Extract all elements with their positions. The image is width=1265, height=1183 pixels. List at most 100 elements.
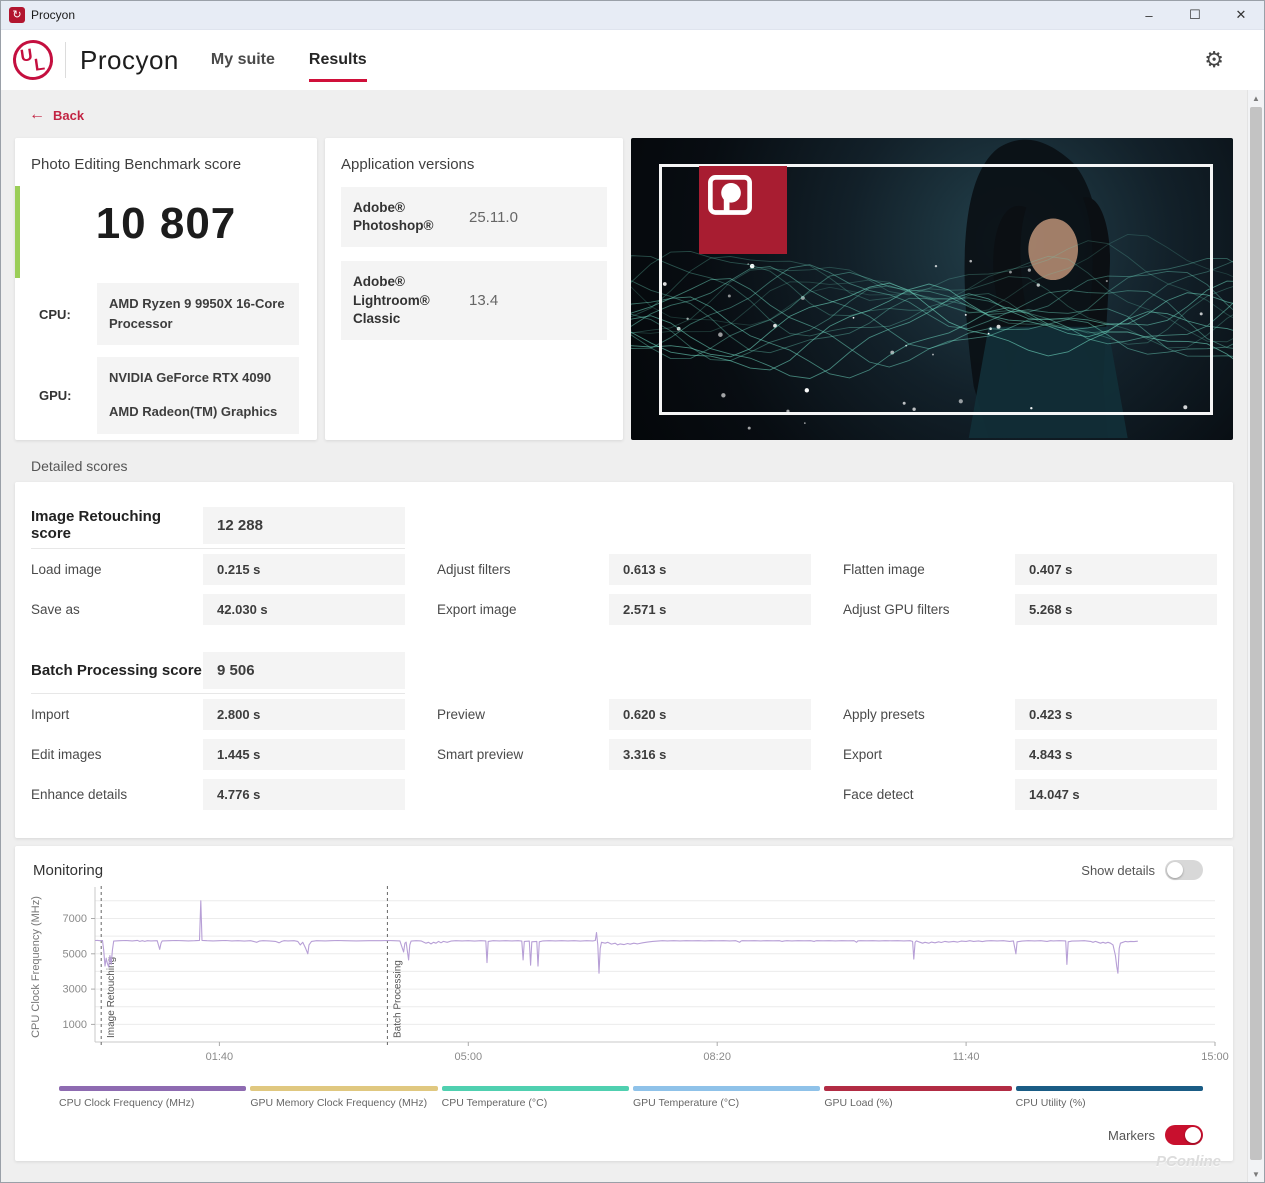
score-card-title: Photo Editing Benchmark score (31, 156, 242, 173)
app-name: Adobe® Photoshop® (353, 200, 434, 234)
back-button[interactable]: ← Back (29, 98, 1233, 132)
app-icon: ↻ (9, 7, 25, 23)
divider (65, 42, 66, 78)
metric-row: Apply presets 0.423 s (843, 694, 1217, 734)
metric-row: Smart preview 3.316 s (437, 734, 811, 774)
svg-text:Image Retouching: Image Retouching (106, 957, 117, 1038)
metric-value: 4.843 s (1015, 738, 1217, 770)
versions-card-title: Application versions (341, 156, 475, 173)
legend-item[interactable]: CPU Clock Frequency (MHz) (59, 1086, 247, 1109)
metric-row: Adjust GPU filters 5.268 s (843, 589, 1217, 629)
show-details-toggle[interactable] (1165, 860, 1203, 880)
metric-value: 42.030 s (203, 593, 405, 625)
legend-item[interactable]: GPU Load (%) (824, 1086, 1012, 1109)
svg-text:CPU Clock Frequency (MHz): CPU Clock Frequency (MHz) (30, 896, 42, 1038)
legend-color-bar (59, 1086, 247, 1091)
close-button[interactable]: ✕ (1218, 1, 1264, 29)
metric-value: 0.423 s (1015, 698, 1217, 730)
metric-value: 2.800 s (203, 698, 405, 730)
metric-row: Edit images 1.445 s (31, 734, 405, 774)
legend-item[interactable]: GPU Temperature (°C) (632, 1086, 821, 1109)
tab-my-suite[interactable]: My suite (211, 30, 275, 90)
monitoring-title: Monitoring (33, 861, 104, 879)
score-value: 9 506 (203, 651, 405, 689)
cpu-value: AMD Ryzen 9 9950X 16-Core Processor (97, 283, 299, 346)
markers-toggle[interactable] (1165, 1125, 1203, 1145)
metric-row: Adjust filters 0.613 s (437, 549, 811, 589)
back-label: Back (53, 107, 85, 123)
titlebar: ↻ Procyon – ☐ ✕ (1, 1, 1264, 30)
gpu-label: GPU: (39, 387, 72, 403)
svg-text:Batch Processing: Batch Processing (392, 960, 403, 1038)
gpu-value-line2: AMD Radeon(TM) Graphics (109, 404, 278, 420)
legend-label: CPU Clock Frequency (MHz) (59, 1097, 195, 1109)
brand-title: Procyon (80, 44, 179, 75)
gpu-row: GPU: NVIDIA GeForce RTX 4090 AMD Radeon(… (39, 357, 315, 434)
svg-text:3000: 3000 (63, 984, 87, 996)
metric-row: Export image 2.571 s (437, 589, 811, 629)
metric-value: 5.268 s (1015, 593, 1217, 625)
app-version: 13.4 (469, 292, 499, 310)
tab-results[interactable]: Results (308, 30, 367, 90)
main-nav: My suite Results (211, 30, 367, 90)
app-version: 25.11.0 (469, 208, 518, 226)
detailed-scores-section-label: Detailed scores (31, 458, 128, 474)
metric-row: Flatten image 0.407 s (843, 549, 1217, 589)
detailed-scores-card: Image Retouching score 12 288 Load image 0… (15, 482, 1233, 838)
metric-value: 0.613 s (609, 553, 811, 585)
legend-color-bar (1015, 1086, 1203, 1091)
scrollbar-thumb[interactable] (1250, 107, 1262, 1160)
vertical-scrollbar[interactable]: ▲ ▼ (1247, 90, 1264, 1182)
cpu-label: CPU: (39, 306, 71, 322)
svg-text:11:40: 11:40 (953, 1051, 980, 1063)
pconline-watermark: PConline (1155, 1153, 1221, 1170)
legend-label: GPU Memory Clock Frequency (MHz) (250, 1097, 428, 1109)
benchmark-hero-image (631, 138, 1233, 440)
metric-value: 14.047 s (1015, 778, 1217, 810)
metric-row: Save as 42.030 s (31, 589, 405, 629)
ul-logo-icon: UL (10, 37, 56, 83)
legend-color-bar (824, 1086, 1012, 1091)
version-row-lightroom: Adobe® Lightroom® Classic 13.4 (341, 261, 607, 341)
application-versions-card: Application versions Adobe® Photoshop® 2… (325, 138, 623, 440)
svg-text:08:20: 08:20 (703, 1051, 731, 1063)
svg-text:15:00: 15:00 (1201, 1051, 1229, 1063)
version-row-photoshop: Adobe® Photoshop® 25.11.0 (341, 187, 607, 248)
scroll-down-icon[interactable]: ▼ (1248, 1166, 1264, 1182)
score-row-batch-processing: Batch Processing score 9 506 (31, 647, 405, 694)
metric-value: 0.215 s (203, 553, 405, 585)
app-name: Adobe® Lightroom® Classic (353, 274, 430, 326)
score-row-image-retouching: Image Retouching score 12 288 (31, 502, 405, 549)
legend-item[interactable]: CPU Utility (%) (1015, 1086, 1203, 1109)
legend-color-bar (441, 1086, 629, 1091)
chart-legend: CPU Clock Frequency (MHz) GPU Memory Cloc… (59, 1086, 1203, 1109)
legend-label: CPU Utility (%) (1015, 1097, 1086, 1109)
metric-row: Export 4.843 s (843, 734, 1217, 774)
show-details-label: Show details (1081, 862, 1155, 878)
legend-item[interactable]: GPU Memory Clock Frequency (MHz) (250, 1086, 438, 1109)
legend-color-bar (632, 1086, 821, 1091)
maximize-button[interactable]: ☐ (1172, 1, 1218, 29)
photo-editing-benchmark-icon (699, 166, 787, 254)
legend-item[interactable]: CPU Temperature (°C) (441, 1086, 629, 1109)
metric-value: 3.316 s (609, 738, 811, 770)
app-header: UL Procyon My suite Results ⚙ (1, 30, 1264, 91)
gpu-value: NVIDIA GeForce RTX 4090 AMD Radeon(TM) G… (97, 357, 299, 434)
svg-text:1000: 1000 (63, 1019, 87, 1031)
score-accent-bar (15, 186, 20, 278)
monitoring-card: Monitoring Show details 1000 3000 5000 7000… (15, 846, 1233, 1161)
back-arrow-icon: ← (29, 106, 45, 123)
score-value: 12 288 (203, 506, 405, 544)
metric-value: 0.620 s (609, 698, 811, 730)
minimize-button[interactable]: – (1126, 1, 1172, 29)
window-title: Procyon (31, 8, 76, 22)
monitoring-chart: 1000 3000 5000 7000 01:40 05:00 08:20 11:40 15:0… (30, 886, 1229, 1063)
content-area: ← Back Photo Editing Benchmark score 10 … (1, 90, 1247, 1182)
metric-value: 2.571 s (609, 593, 811, 625)
metric-value: 4.776 s (203, 778, 405, 810)
svg-text:5000: 5000 (63, 948, 87, 960)
metric-row: Preview 0.620 s (437, 694, 811, 734)
svg-text:7000: 7000 (63, 913, 87, 925)
scroll-up-icon[interactable]: ▲ (1248, 90, 1264, 106)
gear-icon[interactable]: ⚙ (1204, 47, 1224, 73)
